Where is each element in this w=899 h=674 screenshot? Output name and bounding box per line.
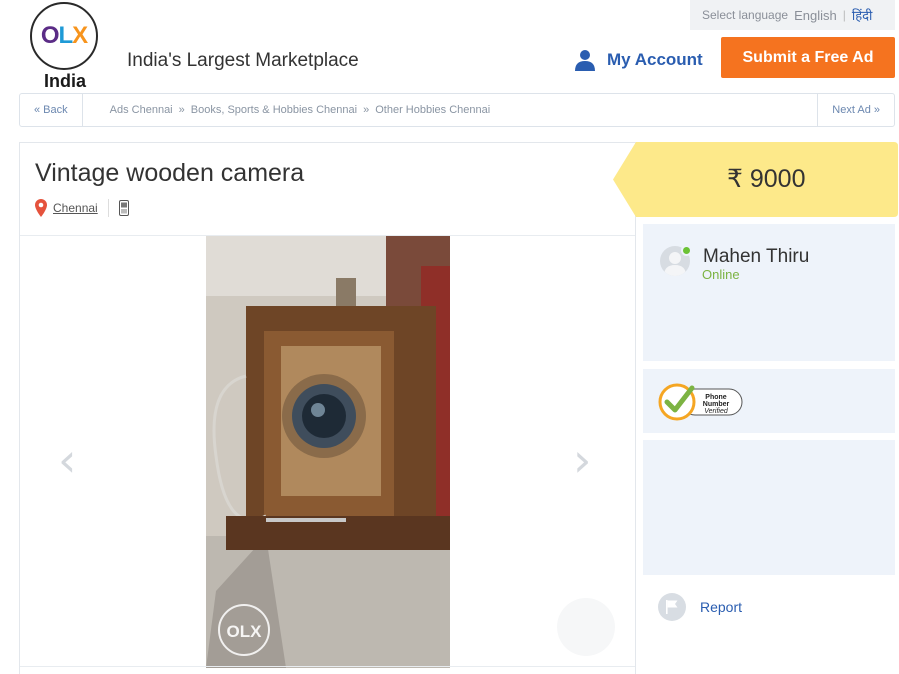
ad-detail-card: Vintage wooden camera Chennai ‹ › OLX: [19, 142, 636, 674]
report-label: Report: [700, 599, 743, 615]
mobile-phone-icon: [118, 200, 129, 216]
badge-line-2: Number: [703, 401, 730, 408]
breadcrumb-item[interactable]: Other Hobbies Chennai: [375, 104, 490, 116]
ad-meta: Chennai: [35, 199, 129, 217]
report-link[interactable]: Report: [658, 593, 742, 621]
seller-status: Online: [702, 267, 740, 282]
chevron-left-icon[interactable]: ‹: [58, 433, 76, 487]
language-selector: Select language English | हिंदी: [690, 0, 895, 30]
olx-logo[interactable]: OLX India: [30, 2, 100, 91]
breadcrumb-separator: »: [178, 104, 185, 116]
logo-country: India: [43, 71, 86, 91]
ad-price: ₹ 9000: [727, 165, 806, 193]
breadcrumb-item[interactable]: Books, Sports & Hobbies Chennai: [191, 104, 357, 116]
ad-title: Vintage wooden camera: [35, 159, 305, 187]
ad-photo[interactable]: OLX: [206, 236, 450, 668]
breadcrumb-separator: »: [363, 104, 370, 116]
language-separator: |: [842, 8, 846, 22]
contact-card: [643, 440, 895, 575]
phone-verified-badge: Phone Number Verified: [658, 383, 743, 421]
breadcrumb-item[interactable]: Ads Chennai: [110, 104, 173, 116]
seller-name[interactable]: Mahen Thiru: [703, 246, 809, 268]
meta-divider: [107, 199, 109, 217]
olx-logo-mark: OLX: [30, 2, 98, 70]
online-status-dot: [681, 245, 692, 256]
language-hindi-link[interactable]: हिंदी: [852, 6, 873, 24]
photo-bottom-divider: [20, 666, 635, 667]
photo-gallery-indicator: [557, 598, 615, 656]
flag-icon: [658, 593, 686, 621]
badge-line-1: Phone: [705, 394, 726, 401]
my-account-link[interactable]: My Account: [573, 48, 703, 72]
language-label: Select language: [702, 8, 789, 22]
seller-card: Mahen Thiru Online: [643, 224, 895, 361]
chevron-right-icon[interactable]: ›: [573, 433, 591, 487]
badge-line-3: Verified: [704, 408, 729, 415]
photo-watermark: OLX: [227, 622, 263, 641]
location-pin-icon: [35, 199, 47, 217]
ad-page: Select language English | हिंदी OLX Indi…: [0, 0, 899, 674]
breadcrumb-bar: « Back Ads Chennai » Books, Sports & Hob…: [19, 93, 895, 127]
my-account-label: My Account: [607, 50, 703, 69]
breadcrumb: Ads Chennai » Books, Sports & Hobbies Ch…: [83, 104, 491, 116]
language-english-link[interactable]: English: [794, 8, 837, 23]
next-ad-link[interactable]: Next Ad »: [817, 94, 894, 126]
ad-location-link[interactable]: Chennai: [53, 201, 98, 215]
verification-card: Phone Number Verified: [643, 369, 895, 433]
user-icon: [575, 50, 595, 71]
site-tagline: India's Largest Marketplace: [127, 50, 359, 71]
vintage-camera-photo: OLX: [206, 236, 450, 668]
submit-free-ad-button[interactable]: Submit a Free Ad: [721, 37, 895, 78]
back-link[interactable]: « Back: [20, 94, 83, 126]
